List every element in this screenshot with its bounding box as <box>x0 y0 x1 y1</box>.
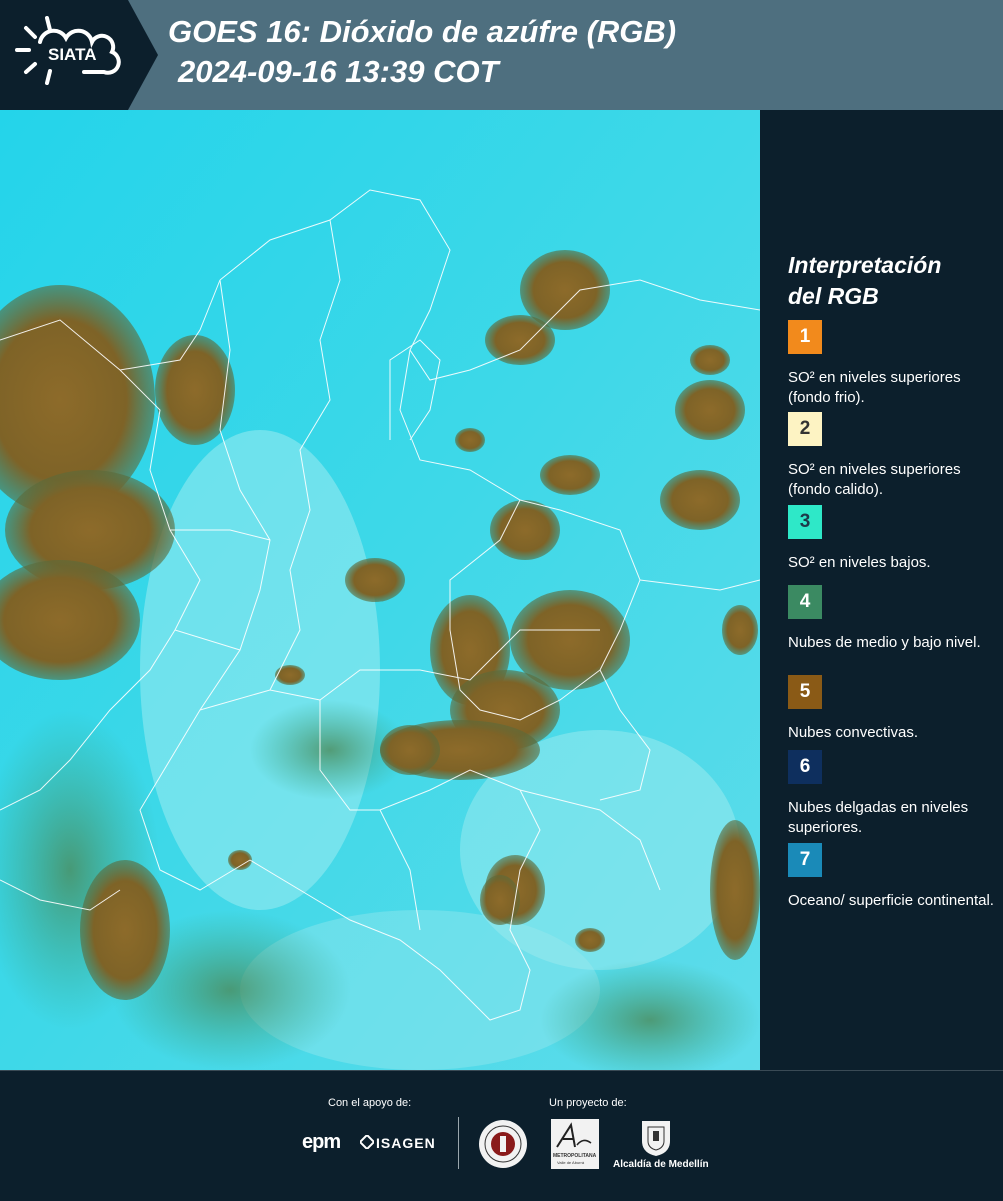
legend-title: Interpretación del RGB <box>788 250 941 312</box>
legend-swatch: 3 <box>788 505 822 539</box>
legend-title-line2: del RGB <box>788 283 879 309</box>
legend-item-label: Nubes delgadas en niveles superiores. <box>788 799 969 836</box>
legend-item-label: SO² en niveles superiores (fondo frio). <box>788 369 961 406</box>
legend-item: 1 SO² en niveles superiores (fondo frio). <box>788 320 998 408</box>
area-metropolitana-text: METROPOLITANA <box>553 1153 597 1159</box>
legend-item: 3 SO² en niveles bajos. <box>788 505 998 573</box>
legend-swatch: 7 <box>788 843 822 877</box>
header-bar: SIATA GOES 16: Dióxido de azúfre (RGB) 2… <box>0 0 1003 110</box>
legend-swatch: 2 <box>788 412 822 446</box>
legend-swatch: 4 <box>788 585 822 619</box>
footer: Con el apoyo de: Un proyecto de: epm ISA… <box>0 1070 1003 1201</box>
legend-swatch: 5 <box>788 675 822 709</box>
area-metropolitana-icon <box>556 1122 592 1148</box>
support-label: Con el apoyo de: <box>328 1097 412 1109</box>
legend-item-label: Nubes convectivas. <box>788 724 919 741</box>
legend-item: 2 SO² en niveles superiores (fondo calido… <box>788 412 998 500</box>
alcaldia-medellin-text: Alcaldía de Medellín <box>613 1159 709 1170</box>
legend-swatch: 1 <box>788 320 822 354</box>
satellite-map-image <box>0 110 760 1070</box>
legend-item-label: SO² en niveles superiores (fondo calido)… <box>788 461 961 498</box>
area-metropolitana-logo: METROPOLITANA Valle de Aburrá <box>551 1119 599 1169</box>
legend-item-label: Nubes de medio y bajo nivel. <box>788 634 981 651</box>
legend-item: 6 Nubes delgadas en niveles superiores. <box>788 750 998 838</box>
siata-logo: SIATA <box>0 0 160 110</box>
legend-item-label: SO² en niveles bajos. <box>788 554 931 571</box>
legend-item-label: Oceano/ superficie continental. <box>788 892 994 909</box>
epm-logo: epm <box>302 1131 341 1153</box>
legend-item: 7 Oceano/ superficie continental. <box>788 843 998 911</box>
isagen-icon <box>360 1135 374 1149</box>
satellite-map <box>0 110 760 1070</box>
legend-item: 4 Nubes de medio y bajo nivel. <box>788 585 998 653</box>
area-metropolitana-subtext: Valle de Aburrá <box>557 1160 585 1165</box>
siata-logo-text: SIATA <box>48 45 97 64</box>
university-seal-icon <box>479 1120 527 1168</box>
legend-swatch: 6 <box>788 750 822 784</box>
page-timestamp: 2024-09-16 13:39 COT <box>178 54 499 89</box>
medellin-shield-icon <box>642 1121 670 1156</box>
legend-panel: Interpretación del RGB 1 SO² en niveles s… <box>760 110 1003 1070</box>
isagen-logo: ISAGEN <box>376 1135 436 1151</box>
project-label: Un proyecto de: <box>549 1097 627 1109</box>
legend-title-line1: Interpretación <box>788 252 942 278</box>
legend-item: 5 Nubes convectivas. <box>788 675 998 743</box>
footer-divider <box>458 1117 459 1169</box>
page-title: GOES 16: Dióxido de azúfre (RGB) <box>168 14 677 49</box>
